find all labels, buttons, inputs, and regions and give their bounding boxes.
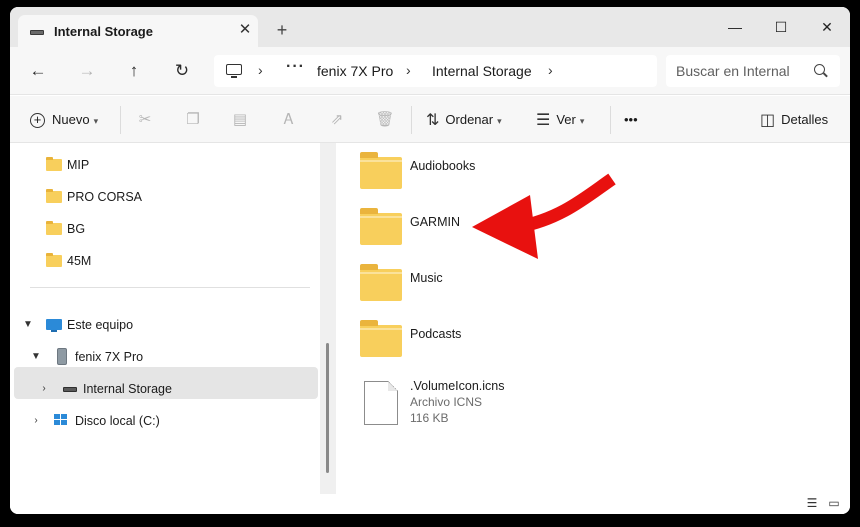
view-icon: ☰ (536, 111, 551, 129)
cut-icon[interactable]: ✂ (134, 109, 156, 131)
chevron-down-icon: ▾ (497, 115, 502, 126)
file-explorer-window: Internal Storage ✕ + — ☐ ✕ ← → ↑ ↻ › ···… (10, 7, 850, 514)
sidebar-divider (30, 287, 310, 288)
divider (610, 106, 611, 134)
sort-button[interactable]: ⇅ Ordenar ▾ (426, 108, 502, 132)
chevron-right-icon[interactable]: › (30, 405, 42, 437)
chevron-down-icon: ▾ (579, 115, 585, 126)
list-item[interactable]: Podcasts (336, 311, 850, 367)
file-name: .VolumeIcon.icns (410, 379, 505, 393)
new-button[interactable]: + Nuevo ▾ (30, 108, 98, 132)
windows-drive-icon (54, 414, 68, 427)
sort-label: Ordenar (445, 112, 494, 127)
sidebar-scrollbar[interactable] (326, 343, 329, 473)
file-name: Music (410, 271, 443, 285)
breadcrumb-storage[interactable]: Internal Storage (432, 63, 532, 79)
sidebar-item-label: Disco local (C:) (75, 414, 160, 428)
monitor-icon (46, 319, 62, 332)
file-type: Archivo ICNS (410, 395, 483, 409)
sidebar-item-local-disk[interactable]: › Disco local (C:) (10, 405, 310, 437)
drive-icon (63, 387, 77, 392)
folder-icon (360, 264, 402, 301)
breadcrumb-separator[interactable]: › (548, 62, 553, 78)
folder-icon (46, 253, 62, 267)
details-pane-icon: ◫ (760, 111, 776, 129)
folder-icon (360, 320, 402, 357)
more-options-button[interactable]: ••• (624, 108, 638, 132)
plus-icon: + (30, 113, 45, 129)
file-name: Podcasts (410, 327, 462, 341)
back-button[interactable]: ← (24, 59, 52, 83)
address-row: ← → ↑ ↻ › ··· fenix 7X Pro › Internal St… (10, 47, 850, 95)
details-label: Detalles (781, 112, 829, 127)
chevron-down-icon[interactable]: ▼ (22, 309, 34, 341)
divider (120, 106, 121, 134)
chevron-right-icon[interactable]: › (38, 373, 50, 405)
copy-icon[interactable]: ❐ (182, 109, 204, 131)
divider (411, 106, 412, 134)
device-icon (57, 348, 67, 365)
tab-title: Internal Storage (54, 24, 153, 39)
navigation-pane: MIP PRO CORSA BG 45M ▼ Este equipo ▼ fen… (10, 143, 320, 494)
computer-icon (226, 64, 242, 78)
status-bar: ☰ ▭ (10, 494, 850, 514)
sidebar-item-pro-corsa[interactable]: PRO CORSA (10, 181, 310, 213)
breadcrumb-overflow[interactable]: ··· (286, 58, 305, 76)
sidebar-item-label: PRO CORSA (67, 190, 143, 204)
sidebar-item-label: Internal Storage (83, 382, 172, 396)
new-tab-button[interactable]: + (272, 21, 292, 41)
sidebar-item-label: BG (67, 222, 86, 236)
sidebar-item-this-pc[interactable]: ▼ Este equipo (10, 309, 310, 341)
up-button[interactable]: ↑ (120, 59, 148, 83)
sidebar-item-label: 45M (67, 254, 92, 268)
tab-internal-storage[interactable]: Internal Storage ✕ (18, 15, 258, 47)
sidebar-item-bg[interactable]: BG (10, 213, 310, 245)
new-label: Nuevo (52, 112, 90, 127)
file-list: Audiobooks GARMIN Music Podcasts .Volume… (336, 143, 850, 494)
sidebar-item-internal-storage[interactable]: › Internal Storage (10, 373, 310, 405)
forward-button[interactable]: → (73, 59, 101, 83)
refresh-button[interactable]: ↻ (168, 59, 196, 83)
folder-icon (360, 152, 402, 189)
red-arrow-annotation (472, 173, 616, 259)
file-size: 116 KB (410, 411, 449, 425)
sidebar-item-45m[interactable]: 45M (10, 245, 310, 277)
folder-icon (46, 189, 62, 203)
maximize-button[interactable]: ☐ (758, 13, 804, 41)
minimize-button[interactable]: — (712, 13, 758, 41)
breadcrumb-device[interactable]: fenix 7X Pro (317, 63, 393, 79)
arrow-head (472, 195, 538, 259)
sidebar-item-label: Este equipo (67, 318, 134, 332)
folder-icon (46, 157, 62, 171)
details-button[interactable]: ◫ Detalles (760, 108, 828, 132)
details-view-icon[interactable]: ☰ (804, 496, 820, 510)
search-input[interactable] (676, 61, 806, 81)
share-icon[interactable]: ⇗ (326, 109, 348, 131)
folder-icon (360, 208, 402, 245)
close-window-button[interactable]: ✕ (804, 13, 850, 41)
delete-icon[interactable]: 🗑 (374, 109, 396, 131)
rename-icon[interactable]: Ꭺ (278, 109, 300, 131)
file-icon (364, 381, 398, 425)
address-bar[interactable]: › ··· fenix 7X Pro › Internal Storage › (214, 55, 657, 87)
drive-icon (30, 30, 44, 35)
search-box[interactable] (666, 55, 840, 87)
sidebar-item-mip[interactable]: MIP (10, 149, 310, 181)
sidebar-item-label: MIP (67, 158, 90, 172)
tiles-view-icon[interactable]: ▭ (826, 496, 842, 510)
close-tab-icon[interactable]: ✕ (236, 21, 254, 39)
breadcrumb-separator[interactable]: › (258, 62, 263, 78)
search-icon[interactable] (814, 64, 825, 75)
command-bar: + Nuevo ▾ ✂ ❐ ▤ Ꭺ ⇗ 🗑 ⇅ Ordenar ▾ ☰ Ver ▾ ••• … (10, 96, 850, 143)
view-button[interactable]: ☰ Ver ▾ (536, 108, 584, 132)
folder-icon (46, 221, 62, 235)
list-item[interactable]: .VolumeIcon.icns Archivo ICNS 116 KB (336, 375, 850, 435)
view-label: Ver (556, 112, 576, 127)
file-name: GARMIN (410, 215, 460, 229)
chevron-down-icon: ▾ (93, 115, 99, 126)
paste-icon[interactable]: ▤ (229, 109, 251, 131)
tab-strip: Internal Storage ✕ + — ☐ ✕ (10, 7, 850, 47)
breadcrumb-separator[interactable]: › (406, 62, 411, 78)
sort-icon: ⇅ (426, 111, 440, 129)
